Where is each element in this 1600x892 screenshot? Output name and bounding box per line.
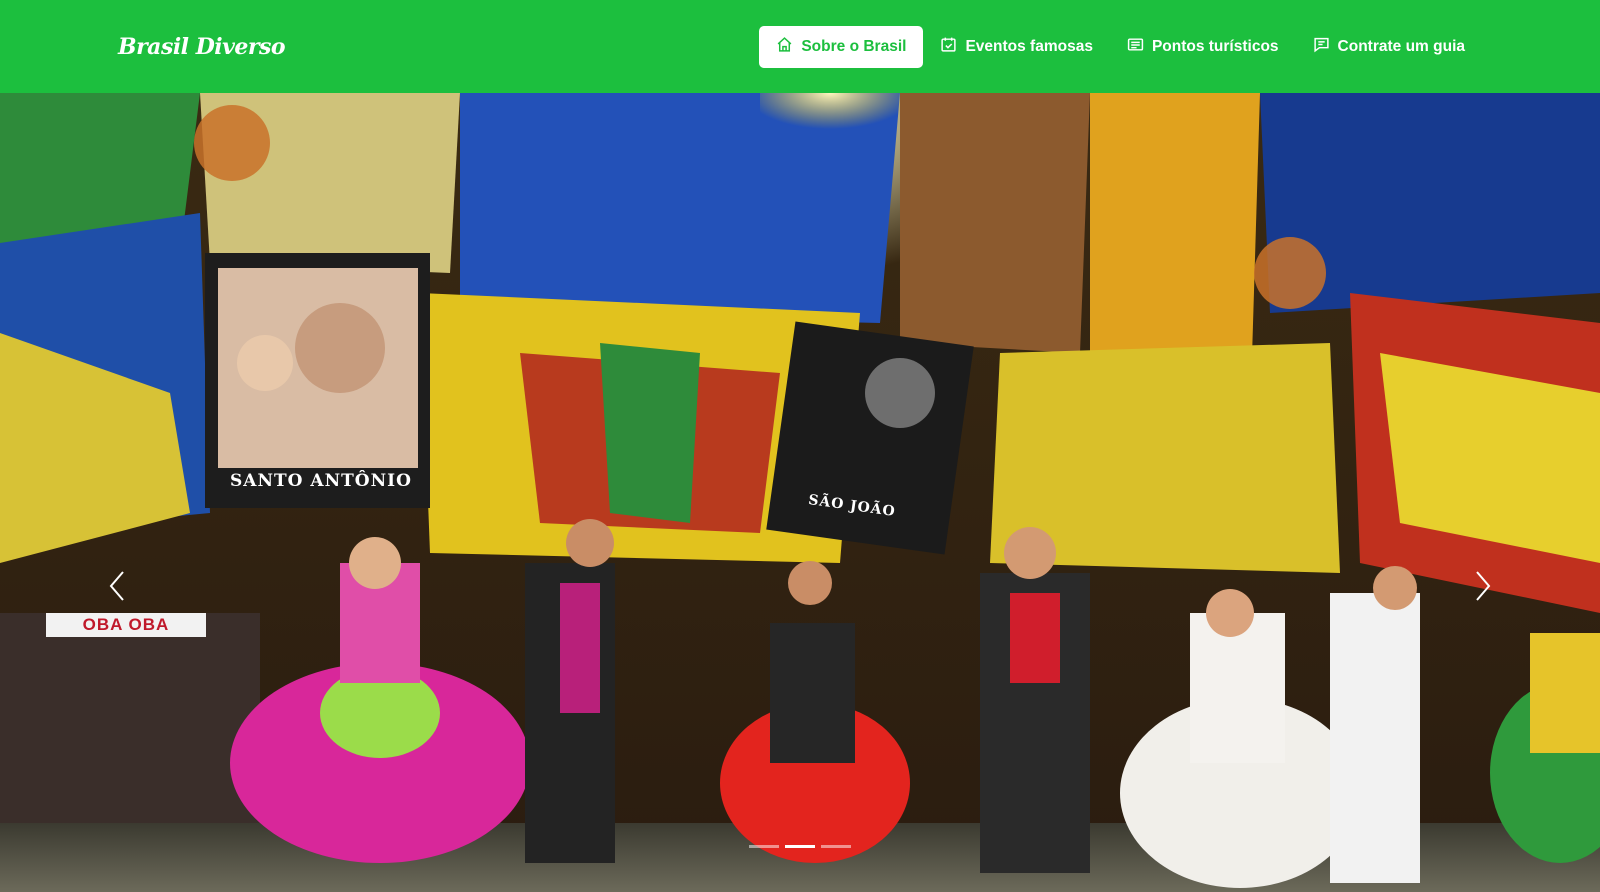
navbar: Brasil Diverso Sobre o Brasil Eventos fa… bbox=[0, 0, 1600, 93]
carousel-indicator-2[interactable] bbox=[785, 845, 815, 848]
carousel-indicators bbox=[0, 845, 1600, 848]
nav-item-contrate-um-guia[interactable]: Contrate um guia bbox=[1296, 26, 1482, 68]
list-card-icon bbox=[1127, 36, 1144, 58]
carousel-next-button[interactable] bbox=[1462, 558, 1502, 618]
chat-icon bbox=[1313, 36, 1330, 58]
calendar-check-icon bbox=[940, 36, 957, 58]
carousel-prev-button[interactable] bbox=[98, 558, 138, 618]
chevron-left-icon bbox=[107, 569, 129, 608]
carousel-indicator-1[interactable] bbox=[749, 845, 779, 848]
banner-label-left: SANTO ANTÔNIO bbox=[230, 471, 412, 491]
nav-item-eventos-famosas[interactable]: Eventos famosas bbox=[923, 26, 1110, 68]
main-nav: Sobre o Brasil Eventos famosas Pontos tu… bbox=[759, 25, 1482, 68]
nav-item-pontos-turisticos[interactable]: Pontos turísticos bbox=[1110, 26, 1296, 68]
nav-item-label: Sobre o Brasil bbox=[801, 37, 907, 55]
nav-item-label: Contrate um guia bbox=[1337, 37, 1465, 55]
nav-item-label: Eventos famosas bbox=[965, 37, 1093, 55]
home-icon bbox=[776, 36, 793, 58]
nav-item-sobre-o-brasil[interactable]: Sobre o Brasil bbox=[759, 25, 924, 68]
hero-carousel: OBA OBA SANTO ANTÔNIO SÃO JOÃO bbox=[0, 93, 1600, 892]
brand-logo[interactable]: Brasil Diverso bbox=[118, 34, 286, 60]
hero-image bbox=[0, 93, 1600, 892]
nav-item-label: Pontos turísticos bbox=[1151, 37, 1279, 55]
carousel-indicator-3[interactable] bbox=[821, 845, 851, 848]
chevron-right-icon bbox=[1471, 569, 1493, 608]
